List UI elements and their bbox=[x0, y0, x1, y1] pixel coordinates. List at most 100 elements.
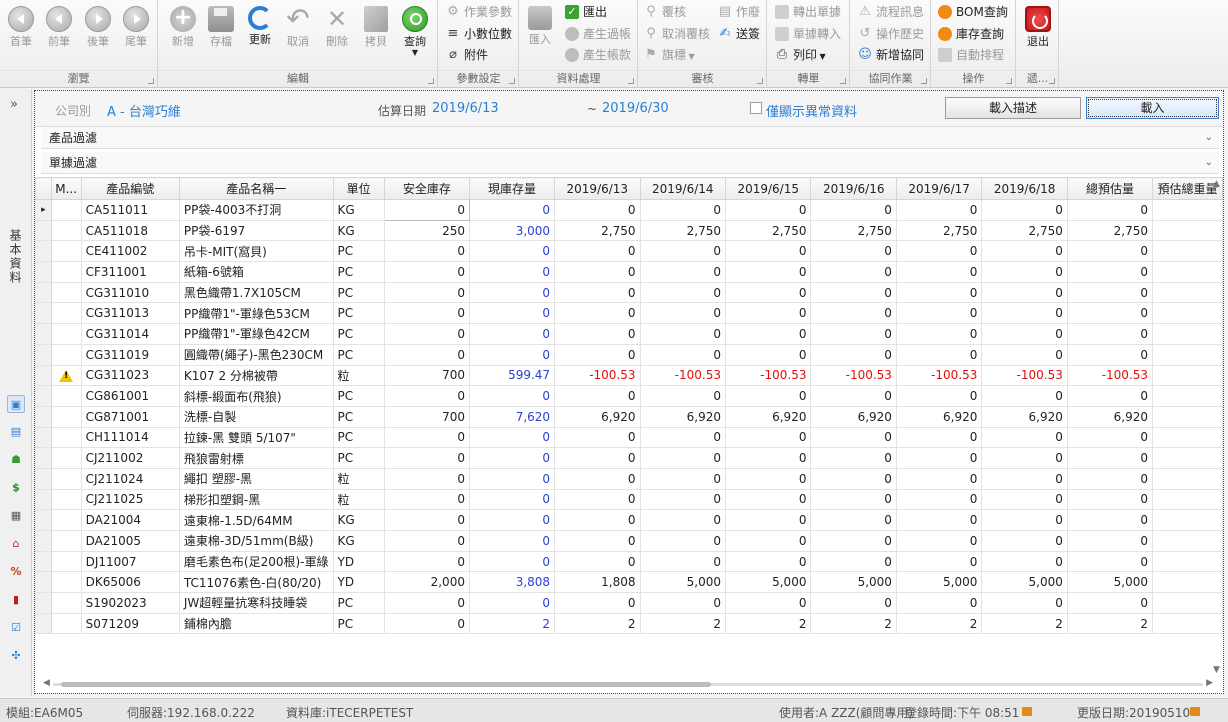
network-icon[interactable]: ✣ bbox=[7, 647, 25, 665]
dollar-icon[interactable]: $ bbox=[7, 479, 25, 497]
cell-stock[interactable]: 0 bbox=[468, 509, 556, 531]
cell-stock[interactable]: 0 bbox=[468, 467, 556, 490]
cell-safe[interactable]: 0 bbox=[383, 240, 470, 263]
cell-d4[interactable]: 0 bbox=[810, 592, 897, 614]
cell-name[interactable]: TC11076素色-白(80/20) bbox=[178, 571, 334, 594]
cell-safe[interactable]: 700 bbox=[383, 405, 470, 428]
cell-d3[interactable]: 0 bbox=[724, 281, 812, 304]
table-row[interactable]: CG311014 PP織帶1"-軍綠色42CM PC 0 0 0 0 0 0 0 0 0 bbox=[35, 323, 1223, 345]
product-filter-section[interactable]: 產品過濾 ⌄ bbox=[41, 127, 1219, 149]
first-record-button[interactable]: 首筆 bbox=[1, 4, 41, 66]
cell-d1[interactable]: 0 bbox=[554, 281, 641, 304]
cell-d4[interactable]: 5,000 bbox=[810, 571, 897, 594]
column-header[interactable]: 2019/6/18 bbox=[981, 177, 1068, 200]
cell-code[interactable]: CG311023 bbox=[80, 364, 180, 387]
cell-d5[interactable]: 0 bbox=[895, 426, 983, 449]
document-icon[interactable]: ▤ bbox=[7, 423, 25, 441]
row-selector[interactable] bbox=[35, 592, 52, 614]
cell-total[interactable]: 2,750 bbox=[1066, 219, 1154, 242]
column-header[interactable]: 產品編號 bbox=[80, 177, 180, 200]
column-header[interactable]: 現庫存量 bbox=[468, 177, 556, 200]
cell-unit[interactable]: PC bbox=[332, 592, 385, 614]
cell-stock[interactable]: 0 bbox=[468, 281, 556, 304]
cell-name[interactable]: 黑色織帶1.7X105CM bbox=[178, 281, 334, 304]
cell-d4[interactable]: 0 bbox=[810, 281, 897, 304]
row-selector[interactable] bbox=[35, 364, 52, 387]
cell-name[interactable]: 紙箱-6號箱 bbox=[178, 261, 334, 283]
cell-total[interactable]: 0 bbox=[1066, 343, 1154, 366]
cell-safe[interactable]: 0 bbox=[383, 281, 470, 304]
cell-unit[interactable]: PC bbox=[332, 426, 385, 449]
cell-total[interactable]: 0 bbox=[1066, 426, 1154, 449]
cell-d3[interactable]: 0 bbox=[724, 488, 812, 511]
row-selector[interactable] bbox=[35, 323, 52, 345]
cell-d6[interactable]: 2,750 bbox=[981, 219, 1068, 242]
cell-name[interactable]: PP袋-4003不打洞 bbox=[178, 199, 334, 221]
delete-button[interactable]: 刪除 bbox=[317, 4, 357, 66]
vertical-scrollbar[interactable]: ▲ ▼ bbox=[1211, 177, 1223, 677]
cell-unit[interactable]: YD bbox=[332, 550, 385, 573]
cell-unit[interactable]: 粒 bbox=[332, 467, 385, 490]
cell-d6[interactable]: 2 bbox=[981, 612, 1068, 635]
cell-stock[interactable]: 7,620 bbox=[468, 405, 556, 428]
cell-d2[interactable]: 0 bbox=[639, 509, 727, 531]
cell-d3[interactable]: 0 bbox=[724, 447, 812, 469]
cell-d3[interactable]: 5,000 bbox=[724, 571, 812, 594]
date-to-value[interactable]: 2019/6/30 bbox=[602, 101, 669, 116]
cell-d5[interactable]: 6,920 bbox=[895, 405, 983, 428]
cell-code[interactable]: CG861001 bbox=[80, 385, 180, 407]
cell-d5[interactable]: 0 bbox=[895, 447, 983, 469]
cell-d4[interactable]: 0 bbox=[810, 261, 897, 283]
group-launcher-icon[interactable] bbox=[757, 78, 763, 84]
row-selector[interactable] bbox=[35, 571, 52, 594]
print-button[interactable]: ⎙ 列印 ▼ bbox=[774, 45, 826, 65]
group-launcher-icon[interactable] bbox=[840, 78, 846, 84]
cell-stock[interactable]: 0 bbox=[468, 426, 556, 449]
exit-button[interactable]: 退出 bbox=[1018, 4, 1058, 66]
cell-total[interactable]: 0 bbox=[1066, 302, 1154, 325]
cell-unit[interactable]: KG bbox=[332, 509, 385, 531]
cell-d2[interactable]: 6,920 bbox=[639, 405, 727, 428]
cell-d6[interactable]: 0 bbox=[981, 467, 1068, 490]
cell-total[interactable]: 0 bbox=[1066, 467, 1154, 490]
cell-d2[interactable]: -100.53 bbox=[639, 364, 727, 387]
cell-total[interactable]: 0 bbox=[1066, 488, 1154, 511]
cell-unit[interactable]: PC bbox=[332, 240, 385, 263]
cell-unit[interactable]: PC bbox=[332, 261, 385, 283]
cell-safe[interactable]: 2,000 bbox=[383, 571, 470, 594]
cell-d1[interactable]: 0 bbox=[554, 592, 641, 614]
cell-d3[interactable]: 0 bbox=[724, 199, 812, 221]
row-selector[interactable] bbox=[35, 612, 52, 635]
cell-d1[interactable]: 0 bbox=[554, 302, 641, 325]
cell-d5[interactable]: 0 bbox=[895, 323, 983, 345]
table-row[interactable]: CJ211024 繩扣 塑膠-黑粒 0 0 0 0 0 0 0 0 0 bbox=[35, 467, 1223, 490]
cell-d3[interactable]: 0 bbox=[724, 343, 812, 366]
cell-d3[interactable]: 0 bbox=[724, 509, 812, 531]
cell-unit[interactable]: PC bbox=[332, 405, 385, 428]
import-button[interactable]: 匯入 bbox=[520, 4, 560, 66]
cell-d3[interactable]: 0 bbox=[724, 323, 812, 345]
cell-safe[interactable]: 0 bbox=[383, 612, 470, 635]
copy-button[interactable]: 拷貝 bbox=[356, 4, 396, 66]
cell-d4[interactable]: 0 bbox=[810, 467, 897, 490]
row-selector[interactable] bbox=[35, 550, 52, 573]
cell-d4[interactable]: 0 bbox=[810, 343, 897, 366]
save-button[interactable]: 存檔 bbox=[201, 4, 241, 66]
cancel-approve-button[interactable]: ⚲ 取消覆核 bbox=[643, 24, 710, 44]
group-launcher-icon[interactable] bbox=[1049, 78, 1055, 84]
cell-d2[interactable]: 0 bbox=[639, 302, 727, 325]
table-row[interactable]: CJ211002 飛狼雷射標 PC 0 0 0 0 0 0 0 0 0 bbox=[35, 447, 1223, 469]
cell-d1[interactable]: 0 bbox=[554, 550, 641, 573]
cell-d5[interactable]: 0 bbox=[895, 467, 983, 490]
cell-d3[interactable]: 0 bbox=[724, 261, 812, 283]
cell-d6[interactable]: 0 bbox=[981, 550, 1068, 573]
cell-d5[interactable]: 2,750 bbox=[895, 219, 983, 242]
column-header[interactable]: 安全庫存 bbox=[383, 177, 470, 200]
cell-d5[interactable]: 0 bbox=[895, 261, 983, 283]
cell-total[interactable]: 0 bbox=[1066, 240, 1154, 263]
cell-d3[interactable]: 2 bbox=[724, 612, 812, 635]
cell-safe[interactable]: 0 bbox=[383, 343, 470, 366]
cell-d6[interactable]: 5,000 bbox=[981, 571, 1068, 594]
cell-code[interactable]: CA511018 bbox=[80, 219, 180, 242]
table-row[interactable]: S1902023 JW超輕量抗寒科技睡袋 PC 0 0 0 0 0 0 0 0 0 bbox=[35, 592, 1223, 614]
